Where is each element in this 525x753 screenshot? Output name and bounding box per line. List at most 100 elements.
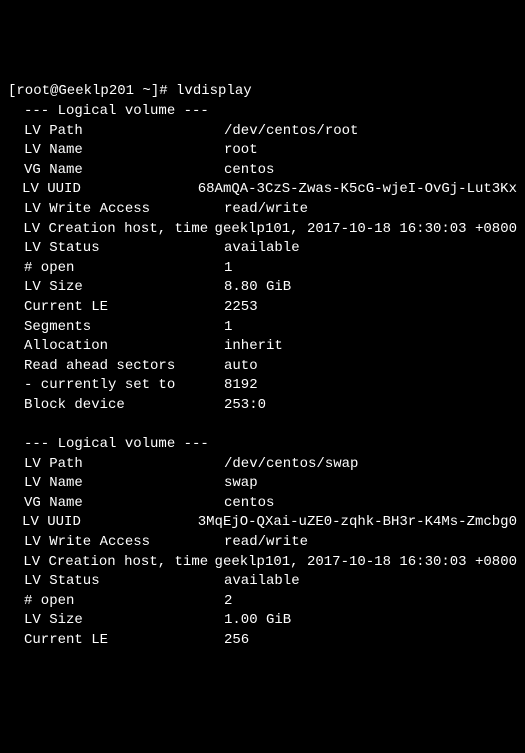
field-label: # open	[24, 592, 224, 612]
field-label: LV Name	[24, 474, 224, 494]
terminal-output: [root@Geeklp201 ~]# lvdisplay--- Logical…	[8, 82, 517, 650]
indent	[8, 141, 24, 161]
indent	[8, 298, 24, 318]
field-row: Current LE2253	[8, 298, 517, 318]
field-value: swap	[224, 474, 258, 494]
indent	[8, 180, 22, 200]
indent	[8, 337, 24, 357]
field-value: 2253	[224, 298, 258, 318]
field-value: /dev/centos/root	[224, 122, 358, 142]
field-value: centos	[224, 494, 274, 514]
field-row: Current LE256	[8, 631, 517, 651]
field-value: root	[224, 141, 258, 161]
field-label: LV UUID	[22, 513, 198, 533]
field-label: LV Size	[24, 278, 224, 298]
field-label: VG Name	[24, 494, 224, 514]
field-row: # open2	[8, 592, 517, 612]
field-value: 253:0	[224, 396, 266, 416]
field-label: LV Name	[24, 141, 224, 161]
field-row: LV Nameroot	[8, 141, 517, 161]
indent	[8, 553, 23, 573]
field-label: Block device	[24, 396, 224, 416]
indent	[8, 220, 23, 240]
indent	[8, 200, 24, 220]
indent	[8, 533, 24, 553]
field-value: 8.80 GiB	[224, 278, 291, 298]
field-row: VG Namecentos	[8, 161, 517, 181]
field-label: LV Write Access	[24, 200, 224, 220]
indent	[8, 513, 22, 533]
field-label: VG Name	[24, 161, 224, 181]
field-value: geeklp101, 2017-10-18 16:30:03 +0800	[215, 553, 517, 573]
field-label: LV Size	[24, 611, 224, 631]
field-label: Read ahead sectors	[24, 357, 224, 377]
field-row: LV Creation host, timegeeklp101, 2017-10…	[8, 553, 517, 573]
field-value: 68AmQA-3CzS-Zwas-K5cG-wjeI-OvGj-Lut3Kx	[198, 180, 517, 200]
indent	[8, 494, 24, 514]
field-label: LV UUID	[22, 180, 198, 200]
field-value: auto	[224, 357, 258, 377]
shell-prompt: [root@Geeklp201 ~]#	[8, 83, 176, 99]
indent	[8, 396, 24, 416]
indent	[8, 572, 24, 592]
indent	[8, 161, 24, 181]
indent	[8, 474, 24, 494]
field-row: LV Size1.00 GiB	[8, 611, 517, 631]
field-row: LV Write Accessread/write	[8, 200, 517, 220]
indent	[8, 278, 24, 298]
field-value: 1.00 GiB	[224, 611, 291, 631]
indent	[8, 122, 24, 142]
field-row: Allocationinherit	[8, 337, 517, 357]
field-row: Segments1	[8, 318, 517, 338]
field-value: geeklp101, 2017-10-18 16:30:03 +0800	[215, 220, 517, 240]
field-row: LV Statusavailable	[8, 572, 517, 592]
field-label: LV Write Access	[24, 533, 224, 553]
field-row: Block device253:0	[8, 396, 517, 416]
field-label: LV Status	[24, 572, 224, 592]
field-value: /dev/centos/swap	[224, 455, 358, 475]
indent	[8, 631, 24, 651]
field-label: - currently set to	[24, 376, 224, 396]
indent	[8, 376, 24, 396]
field-value: inherit	[224, 337, 283, 357]
prompt-line[interactable]: [root@Geeklp201 ~]# lvdisplay	[8, 82, 517, 102]
field-label: LV Status	[24, 239, 224, 259]
field-label: Current LE	[24, 298, 224, 318]
field-value: 8192	[224, 376, 258, 396]
field-row: LV Path/dev/centos/swap	[8, 455, 517, 475]
field-label: LV Creation host, time	[23, 553, 214, 573]
indent	[8, 259, 24, 279]
field-label: LV Path	[24, 455, 224, 475]
field-row: LV Nameswap	[8, 474, 517, 494]
field-label: Current LE	[24, 631, 224, 651]
field-value: 3MqEjO-QXai-uZE0-zqhk-BH3r-K4Ms-Zmcbg0	[198, 513, 517, 533]
field-value: centos	[224, 161, 274, 181]
indent	[8, 592, 24, 612]
field-row: VG Namecentos	[8, 494, 517, 514]
field-value: available	[224, 572, 300, 592]
blank-line	[8, 415, 517, 435]
field-label: Segments	[24, 318, 224, 338]
field-row: LV Size8.80 GiB	[8, 278, 517, 298]
indent	[8, 455, 24, 475]
field-row: LV UUID3MqEjO-QXai-uZE0-zqhk-BH3r-K4Ms-Z…	[8, 513, 517, 533]
indent	[8, 239, 24, 259]
field-value: read/write	[224, 200, 308, 220]
field-value: 2	[224, 592, 232, 612]
field-row: LV Statusavailable	[8, 239, 517, 259]
field-value: 1	[224, 259, 232, 279]
field-row: - currently set to8192	[8, 376, 517, 396]
field-row: LV UUID68AmQA-3CzS-Zwas-K5cG-wjeI-OvGj-L…	[8, 180, 517, 200]
field-value: read/write	[224, 533, 308, 553]
field-label: # open	[24, 259, 224, 279]
field-value: available	[224, 239, 300, 259]
indent	[8, 318, 24, 338]
field-value: 1	[224, 318, 232, 338]
command-text[interactable]: lvdisplay	[176, 83, 252, 99]
volume-header: --- Logical volume ---	[8, 102, 517, 122]
field-label: LV Creation host, time	[23, 220, 214, 240]
field-label: LV Path	[24, 122, 224, 142]
volume-header: --- Logical volume ---	[8, 435, 517, 455]
field-row: LV Path/dev/centos/root	[8, 122, 517, 142]
field-row: # open1	[8, 259, 517, 279]
